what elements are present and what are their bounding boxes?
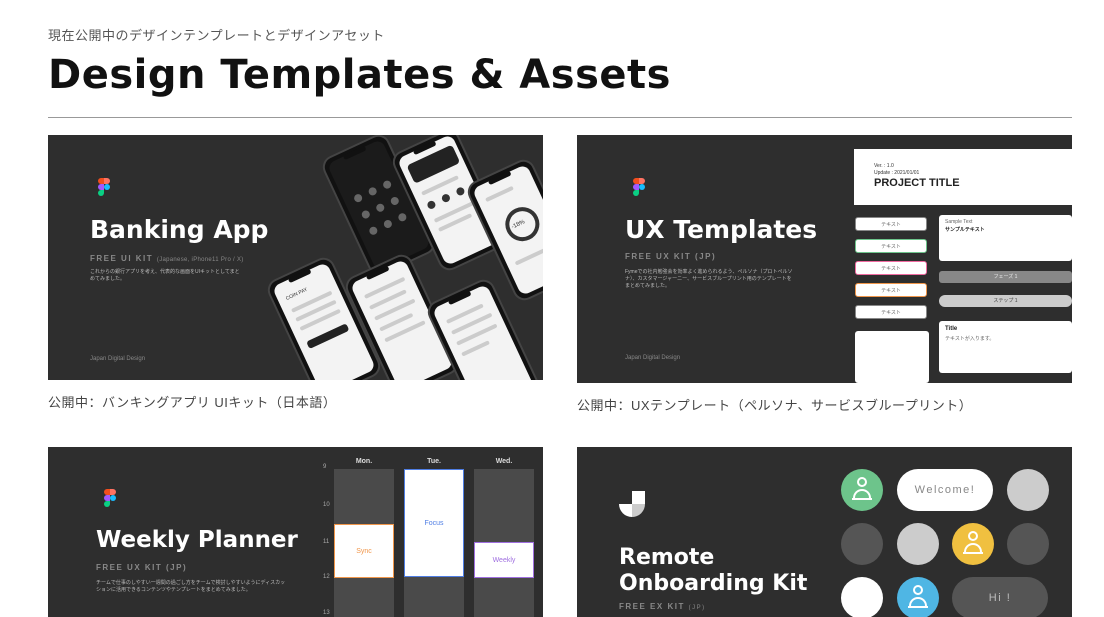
weekly-planner-title: Weekly Planner	[96, 527, 298, 553]
ux-chip-pink: テキスト	[855, 261, 927, 275]
banking-app-caption-link[interactable]: 公開中：バンキングアプリ UIキット（日本語）	[48, 392, 543, 411]
avatar-yellow	[952, 523, 994, 565]
project-title-panel: Ver. : 1.0 Update : 2021/01/01 PROJECT T…	[854, 149, 1072, 205]
welcome-bubble: Welcome!	[897, 469, 993, 511]
ux-chip-orange: テキスト	[855, 283, 927, 297]
template-card-weekly-planner: Weekly Planner FREE UX KIT (JP) チームで仕事のし…	[48, 447, 543, 617]
page-title: Design Templates & Assets	[48, 52, 671, 98]
day-header-mon: Mon.	[355, 458, 373, 465]
figma-logo-icon	[104, 489, 116, 507]
hour-label: 9	[323, 464, 327, 470]
template-card-remote-onboarding: Remote Onboarding Kit FREE EX KIT (JP) W…	[577, 447, 1072, 617]
day-header-tue: Tue.	[427, 458, 441, 465]
avatar-placeholder	[897, 523, 939, 565]
avatar-blue	[897, 577, 939, 617]
title-divider	[48, 117, 1072, 118]
weekly-planner-thumbnail[interactable]: Weekly Planner FREE UX KIT (JP) チームで仕事のし…	[48, 447, 543, 617]
remote-onboarding-thumbnail[interactable]: Remote Onboarding Kit FREE EX KIT (JP) W…	[577, 447, 1072, 617]
avatar-placeholder	[1007, 523, 1049, 565]
figma-logo-icon	[633, 178, 645, 196]
phase-pill: フェーズ 1	[939, 271, 1072, 283]
page-eyebrow: 現在公開中のデザインテンプレートとデザインアセット	[48, 28, 385, 43]
event-focus: Focus	[404, 469, 464, 577]
hour-label: 11	[323, 539, 330, 545]
banking-app-thumbnail[interactable]: Banking App FREE UI KIT (Japanese, iPhon…	[48, 135, 543, 380]
step-pill: ステップ 1	[939, 295, 1072, 307]
table-box	[855, 331, 929, 383]
title-box: Title テキストが入ります。	[939, 321, 1072, 373]
template-card-ux-templates: UX Templates FREE UX KIT (JP) Fymeでの社内勉強…	[577, 135, 1072, 414]
avatar-placeholder	[841, 523, 883, 565]
person-icon	[852, 477, 872, 503]
template-card-banking-app: Banking App FREE UI KIT (Japanese, iPhon…	[48, 135, 543, 411]
ux-templates-caption-link[interactable]: 公開中：UXテンプレート（ペルソナ、サービスブループリント）	[577, 395, 1072, 414]
banking-app-footer: Japan Digital Design	[90, 356, 146, 362]
sample-text-box: Sample Text サンプルテキスト	[939, 215, 1072, 261]
day-header-wed: Wed.	[495, 458, 513, 465]
ux-templates-footer: Japan Digital Design	[625, 355, 681, 361]
figma-logo-icon	[98, 178, 110, 196]
banking-app-description: これからの銀行アプリを考え、代表的な画面をUIキットとしてまとめてみました。	[90, 269, 240, 282]
ux-templates-title: UX Templates	[625, 215, 818, 244]
remote-onboarding-kit-label: FREE EX KIT (JP)	[619, 602, 706, 611]
event-sync: Sync	[334, 524, 394, 578]
event-weekly: Weekly	[474, 542, 534, 578]
avatar-green	[841, 469, 883, 511]
onboarding-logo-icon	[619, 491, 645, 517]
ux-chip: テキスト	[855, 217, 927, 231]
person-icon	[908, 585, 928, 611]
hour-label: 13	[323, 610, 330, 616]
banking-app-kit-label: FREE UI KIT (Japanese, iPhone11 Pro / X)	[90, 254, 244, 263]
ux-chip: テキスト	[855, 305, 927, 319]
weekly-planner-kit-label: FREE UX KIT (JP)	[96, 563, 188, 572]
ux-templates-thumbnail[interactable]: UX Templates FREE UX KIT (JP) Fymeでの社内勉強…	[577, 135, 1072, 383]
hour-label: 10	[323, 502, 330, 508]
remote-onboarding-title-2: Onboarding Kit	[619, 571, 808, 596]
weekly-planner-description: チームで仕事のしやすい一週間の過ごし方をチームで検討しやすいようにディスカッショ…	[96, 580, 286, 593]
person-icon	[963, 531, 983, 557]
hi-bubble: Hi !	[952, 577, 1048, 617]
avatar-placeholder	[841, 577, 883, 617]
ux-chip-green: テキスト	[855, 239, 927, 253]
ux-templates-kit-label: FREE UX KIT (JP)	[625, 252, 717, 261]
remote-onboarding-title-1: Remote	[619, 545, 715, 570]
ux-templates-description: Fymeでの社内勉強会を効率よく進められるよう、ペルソナ（プロトペルソナ）、カス…	[625, 269, 793, 289]
avatar-placeholder	[1007, 469, 1049, 511]
banking-app-title: Banking App	[90, 215, 269, 244]
hour-label: 12	[323, 574, 330, 580]
